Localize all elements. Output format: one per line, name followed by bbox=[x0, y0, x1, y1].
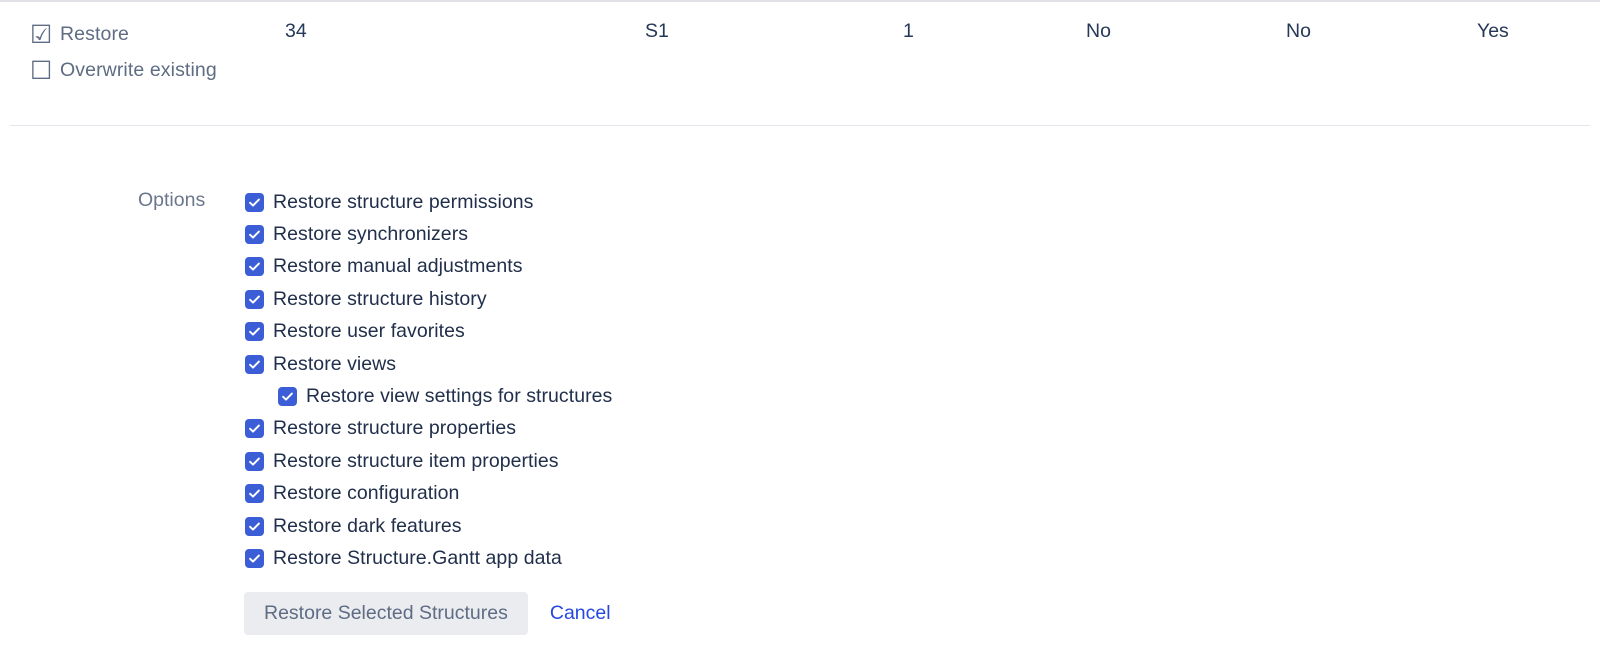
checkbox-checked-icon[interactable] bbox=[278, 387, 297, 406]
restore-structures-panel: ☑ Restore ☐ Overwrite existing 34 S1 1 N… bbox=[0, 0, 1600, 669]
option-row[interactable]: Restore views bbox=[245, 348, 612, 380]
overwrite-existing-checkbox-icon[interactable]: ☐ bbox=[30, 58, 52, 83]
restore-checkbox-icon[interactable]: ☑ bbox=[30, 22, 52, 47]
checkbox-checked-icon[interactable] bbox=[245, 549, 264, 568]
option-row[interactable]: Restore structure properties bbox=[245, 413, 612, 445]
option-label: Restore configuration bbox=[273, 482, 459, 505]
checkbox-checked-icon[interactable] bbox=[245, 193, 264, 212]
cancel-link[interactable]: Cancel bbox=[550, 602, 611, 625]
option-row[interactable]: Restore view settings for structures bbox=[245, 380, 612, 412]
option-label: Restore structure permissions bbox=[273, 191, 533, 214]
cell-flag-three: Yes bbox=[1477, 20, 1509, 43]
option-label: Restore structure properties bbox=[273, 417, 516, 440]
overwrite-existing-checkbox-row[interactable]: ☐ Overwrite existing bbox=[30, 52, 280, 88]
option-label: Restore user favorites bbox=[273, 320, 465, 343]
checkbox-checked-icon[interactable] bbox=[245, 484, 264, 503]
checkbox-checked-icon[interactable] bbox=[245, 517, 264, 536]
option-label: Restore dark features bbox=[273, 515, 462, 538]
option-row[interactable]: Restore manual adjustments bbox=[245, 251, 612, 283]
option-label: Restore structure history bbox=[273, 288, 487, 311]
row-selection-cell: ☑ Restore ☐ Overwrite existing bbox=[30, 16, 280, 88]
action-bar: Restore Selected Structures Cancel bbox=[244, 592, 611, 635]
option-row[interactable]: Restore structure history bbox=[245, 283, 612, 315]
cell-version: 1 bbox=[903, 20, 914, 43]
option-row[interactable]: Restore configuration bbox=[245, 478, 612, 510]
checkbox-checked-icon[interactable] bbox=[245, 225, 264, 244]
overwrite-existing-checkbox-label: Overwrite existing bbox=[60, 59, 217, 82]
option-label: Restore Structure.Gantt app data bbox=[273, 547, 562, 570]
option-row[interactable]: Restore structure item properties bbox=[245, 445, 612, 477]
option-label: Restore synchronizers bbox=[273, 223, 468, 246]
option-label: Restore manual adjustments bbox=[273, 255, 523, 278]
structure-table-row: ☑ Restore ☐ Overwrite existing 34 S1 1 N… bbox=[0, 2, 1600, 125]
checkbox-checked-icon[interactable] bbox=[245, 290, 264, 309]
cell-structure: S1 bbox=[645, 20, 669, 43]
option-row[interactable]: Restore Structure.Gantt app data bbox=[245, 542, 612, 574]
restore-checkbox-label: Restore bbox=[60, 23, 129, 46]
cell-count: 34 bbox=[285, 20, 307, 43]
options-label: Options bbox=[138, 189, 220, 212]
option-row[interactable]: Restore structure permissions bbox=[245, 186, 612, 218]
option-row[interactable]: Restore dark features bbox=[245, 510, 612, 542]
option-row[interactable]: Restore user favorites bbox=[245, 316, 612, 348]
cell-flag-one: No bbox=[1086, 20, 1111, 43]
options-checkbox-list: Restore structure permissions Restore syn… bbox=[245, 186, 612, 575]
section-divider bbox=[10, 125, 1590, 126]
checkbox-checked-icon[interactable] bbox=[245, 257, 264, 276]
restore-selected-structures-button[interactable]: Restore Selected Structures bbox=[244, 592, 528, 635]
option-label: Restore structure item properties bbox=[273, 450, 559, 473]
checkbox-checked-icon[interactable] bbox=[245, 322, 264, 341]
option-label: Restore view settings for structures bbox=[306, 385, 612, 408]
restore-checkbox-row[interactable]: ☑ Restore bbox=[30, 16, 280, 52]
option-row[interactable]: Restore synchronizers bbox=[245, 218, 612, 250]
checkbox-checked-icon[interactable] bbox=[245, 355, 264, 374]
option-label: Restore views bbox=[273, 353, 396, 376]
checkbox-checked-icon[interactable] bbox=[245, 419, 264, 438]
checkbox-checked-icon[interactable] bbox=[245, 452, 264, 471]
cell-flag-two: No bbox=[1286, 20, 1311, 43]
